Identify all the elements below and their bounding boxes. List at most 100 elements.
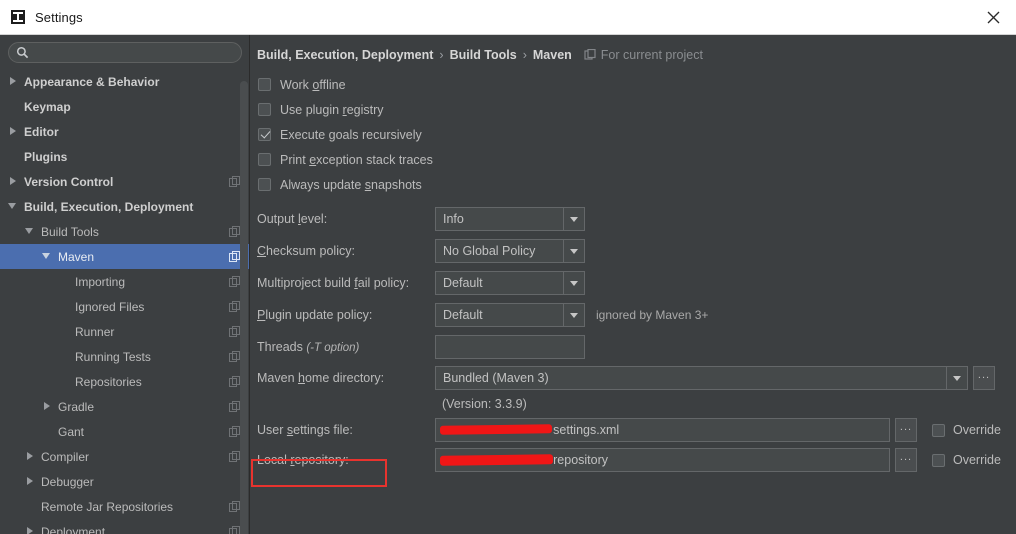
checkbox-execute-goals-recursively[interactable] bbox=[258, 128, 271, 141]
chevron-right-icon[interactable] bbox=[8, 126, 19, 137]
chevron-down-icon[interactable] bbox=[42, 251, 53, 262]
search-input[interactable] bbox=[34, 45, 224, 61]
search-field[interactable] bbox=[8, 42, 242, 63]
plugin-update-policy-row: Plugin update policy: Default ignored by… bbox=[257, 299, 1016, 331]
sidebar-item-build-tools[interactable]: Build Tools bbox=[0, 219, 250, 244]
sidebar-item-runner[interactable]: Runner bbox=[0, 319, 250, 344]
sidebar-item-compiler[interactable]: Compiler bbox=[0, 444, 250, 469]
sidebar-item-label: Editor bbox=[24, 125, 59, 139]
chevron-down-icon[interactable] bbox=[8, 201, 19, 212]
chevron-down-icon[interactable] bbox=[563, 304, 584, 326]
sidebar-item-keymap[interactable]: Keymap bbox=[0, 94, 250, 119]
tree-spacer bbox=[59, 351, 70, 362]
user-settings-label: User settings file: bbox=[257, 423, 435, 437]
sidebar-item-plugins[interactable]: Plugins bbox=[0, 144, 250, 169]
chevron-right-icon[interactable] bbox=[25, 476, 36, 487]
sidebar-item-gradle[interactable]: Gradle bbox=[0, 394, 250, 419]
chevron-right-icon[interactable] bbox=[8, 176, 19, 187]
sidebar-item-label: Build Tools bbox=[41, 225, 99, 239]
user-settings-override-checkbox[interactable] bbox=[932, 424, 945, 437]
sidebar-item-ignored-files[interactable]: Ignored Files bbox=[0, 294, 250, 319]
window-title: Settings bbox=[35, 10, 83, 25]
sidebar-item-label: Build, Execution, Deployment bbox=[24, 200, 193, 214]
sidebar-item-label: Appearance & Behavior bbox=[24, 75, 159, 89]
checksum-policy-label: Checksum policy: bbox=[257, 244, 435, 258]
local-repository-override[interactable]: Override bbox=[932, 453, 1001, 467]
checkbox-row-print-exception-stack-traces[interactable]: Print exception stack traces bbox=[258, 147, 1016, 172]
chevron-right-icon[interactable] bbox=[25, 451, 36, 462]
window-titlebar: Settings bbox=[0, 0, 1016, 35]
chevron-down-icon[interactable] bbox=[563, 240, 584, 262]
close-icon[interactable] bbox=[970, 0, 1016, 35]
output-level-combobox[interactable]: Info bbox=[435, 207, 585, 231]
sidebar-item-appearance-behavior[interactable]: Appearance & Behavior bbox=[0, 69, 250, 94]
sidebar-item-deployment[interactable]: Deployment bbox=[0, 519, 250, 534]
checkbox-print-exception-stack-traces[interactable] bbox=[258, 153, 271, 166]
maven-home-combobox[interactable]: Bundled (Maven 3) bbox=[435, 366, 968, 390]
chevron-down-icon[interactable] bbox=[946, 367, 967, 389]
plugin-update-policy-label: Plugin update policy: bbox=[257, 308, 435, 322]
tree-spacer bbox=[8, 151, 19, 162]
breadcrumb-part-0[interactable]: Build, Execution, Deployment bbox=[257, 48, 433, 62]
sidebar-item-label: Compiler bbox=[41, 450, 89, 464]
sidebar-item-debugger[interactable]: Debugger bbox=[0, 469, 250, 494]
tree-spacer bbox=[59, 276, 70, 287]
sidebar-item-repositories[interactable]: Repositories bbox=[0, 369, 250, 394]
sidebar-item-label: Maven bbox=[58, 250, 94, 264]
local-repository-override-label: Override bbox=[953, 453, 1001, 467]
user-settings-override-label: Override bbox=[953, 423, 1001, 437]
checkbox-use-plugin-registry[interactable] bbox=[258, 103, 271, 116]
sidebar-item-label: Keymap bbox=[24, 100, 71, 114]
checkbox-row-work-offline[interactable]: Work offline bbox=[258, 72, 1016, 97]
sidebar-item-maven[interactable]: Maven bbox=[0, 244, 250, 269]
checksum-policy-combobox[interactable]: No Global Policy bbox=[435, 239, 585, 263]
checkbox-row-always-update-snapshots[interactable]: Always update snapshots bbox=[258, 172, 1016, 197]
sidebar-item-importing[interactable]: Importing bbox=[0, 269, 250, 294]
sidebar-item-version-control[interactable]: Version Control bbox=[0, 169, 250, 194]
options-checkbox-group: Work offlineUse plugin registryExecute g… bbox=[250, 72, 1016, 197]
chevron-right-icon[interactable] bbox=[42, 401, 53, 412]
local-repository-override-checkbox[interactable] bbox=[932, 454, 945, 467]
breadcrumb-part-2[interactable]: Maven bbox=[533, 48, 572, 62]
checkbox-work-offline[interactable] bbox=[258, 78, 271, 91]
breadcrumb-separator: › bbox=[523, 48, 527, 62]
sidebar-item-label: Plugins bbox=[24, 150, 67, 164]
local-repository-browse-button[interactable]: ... bbox=[895, 448, 917, 472]
tree-spacer bbox=[25, 501, 36, 512]
chevron-right-icon[interactable] bbox=[8, 76, 19, 87]
chevron-down-icon[interactable] bbox=[563, 208, 584, 230]
sidebar-item-build-execution-deployment[interactable]: Build, Execution, Deployment bbox=[0, 194, 250, 219]
sidebar-item-gant[interactable]: Gant bbox=[0, 419, 250, 444]
checkbox-row-use-plugin-registry[interactable]: Use plugin registry bbox=[258, 97, 1016, 122]
plugin-update-policy-combobox[interactable]: Default bbox=[435, 303, 585, 327]
checkbox-row-execute-goals-recursively[interactable]: Execute goals recursively bbox=[258, 122, 1016, 147]
intellij-idea-icon bbox=[10, 9, 26, 25]
user-settings-override[interactable]: Override bbox=[932, 423, 1001, 437]
chevron-down-icon[interactable] bbox=[25, 226, 36, 237]
user-settings-browse-button[interactable]: ... bbox=[895, 418, 917, 442]
sidebar-item-label: Deployment bbox=[41, 525, 105, 534]
threads-input[interactable] bbox=[435, 335, 585, 359]
sidebar-item-remote-jar-repositories[interactable]: Remote Jar Repositories bbox=[0, 494, 250, 519]
sidebar-item-running-tests[interactable]: Running Tests bbox=[0, 344, 250, 369]
plugin-update-policy-value: Default bbox=[436, 308, 563, 322]
settings-tree[interactable]: Appearance & Behavior Keymap Editor Plugins… bbox=[0, 69, 250, 534]
chevron-down-icon[interactable] bbox=[563, 272, 584, 294]
plugin-update-policy-note: ignored by Maven 3+ bbox=[596, 308, 708, 322]
sidebar-item-editor[interactable]: Editor bbox=[0, 119, 250, 144]
multiproject-fail-policy-label: Multiproject build fail policy: bbox=[257, 276, 435, 290]
sidebar-item-label: Importing bbox=[75, 275, 125, 289]
settings-sidebar: Appearance & Behavior Keymap Editor Plugins… bbox=[0, 35, 250, 534]
tree-spacer bbox=[8, 101, 19, 112]
output-level-value: Info bbox=[436, 212, 563, 226]
checkbox-always-update-snapshots[interactable] bbox=[258, 178, 271, 191]
maven-home-browse-button[interactable]: ... bbox=[973, 366, 995, 390]
sidebar-scrollbar[interactable] bbox=[240, 81, 248, 534]
chevron-right-icon[interactable] bbox=[25, 526, 36, 534]
local-repository-input[interactable]: C:\Users\name\.m2\repository bbox=[435, 448, 890, 472]
user-settings-input[interactable]: C:\Users\name\.m2\settings.xml bbox=[435, 418, 890, 442]
multiproject-fail-policy-combobox[interactable]: Default bbox=[435, 271, 585, 295]
output-level-row: Output level: Info bbox=[257, 203, 1016, 235]
breadcrumb-scope-text: For current project bbox=[601, 48, 703, 62]
breadcrumb-part-1[interactable]: Build Tools bbox=[450, 48, 517, 62]
